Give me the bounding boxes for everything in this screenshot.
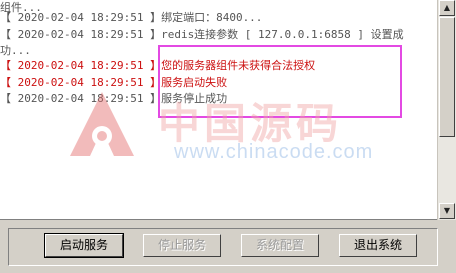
system-config-button[interactable]: 系统配置 bbox=[241, 234, 319, 257]
stop-service-button[interactable]: 停止服务 bbox=[143, 234, 221, 257]
watermark-logo-icon bbox=[70, 92, 134, 156]
log-line: 功... bbox=[0, 44, 31, 57]
watermark: 中国源码 www.chinacode.com bbox=[62, 86, 392, 176]
exit-system-button[interactable]: 退出系统 bbox=[339, 234, 417, 257]
log-line: 【 2020-02-04 18:29:51 】redis连接参数 [ 127.0… bbox=[0, 28, 404, 41]
start-service-button[interactable]: 启动服务 bbox=[44, 233, 124, 258]
scroll-down-arrow-icon[interactable]: ▼ bbox=[439, 203, 455, 219]
watermark-url: www.chinacode.com bbox=[174, 141, 374, 163]
scroll-up-arrow-icon[interactable]: ▲ bbox=[439, 0, 455, 16]
scrollbar-thumb[interactable] bbox=[439, 17, 455, 137]
log-line: 【 2020-02-04 18:29:51 】绑定端口：8400... bbox=[0, 11, 263, 24]
log-pane: 组件... 【 2020-02-04 18:29:51 】绑定端口：8400..… bbox=[0, 0, 438, 220]
vertical-scrollbar[interactable]: ▲ ▼ bbox=[437, 0, 456, 220]
button-bar: 启动服务 停止服务 系统配置 退出系统 bbox=[0, 220, 456, 273]
